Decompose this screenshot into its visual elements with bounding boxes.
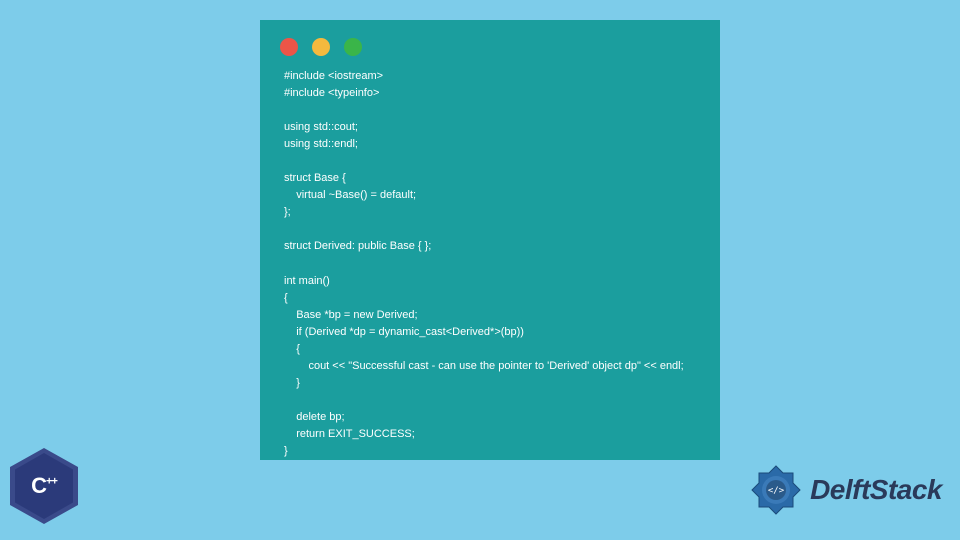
cpp-logo-text: C++ [31,473,57,499]
brand: </> DelftStack [748,462,942,518]
minimize-icon[interactable] [312,38,330,56]
maximize-icon[interactable] [344,38,362,56]
cpp-logo: C++ [10,448,78,524]
svg-text:</>: </> [768,486,785,496]
window-titlebar [278,34,702,68]
close-icon[interactable] [280,38,298,56]
code-block: #include <iostream> #include <typeinfo> … [278,68,702,460]
brand-name: DelftStack [810,474,942,506]
brand-logo-icon: </> [748,462,804,518]
code-window: #include <iostream> #include <typeinfo> … [260,20,720,460]
